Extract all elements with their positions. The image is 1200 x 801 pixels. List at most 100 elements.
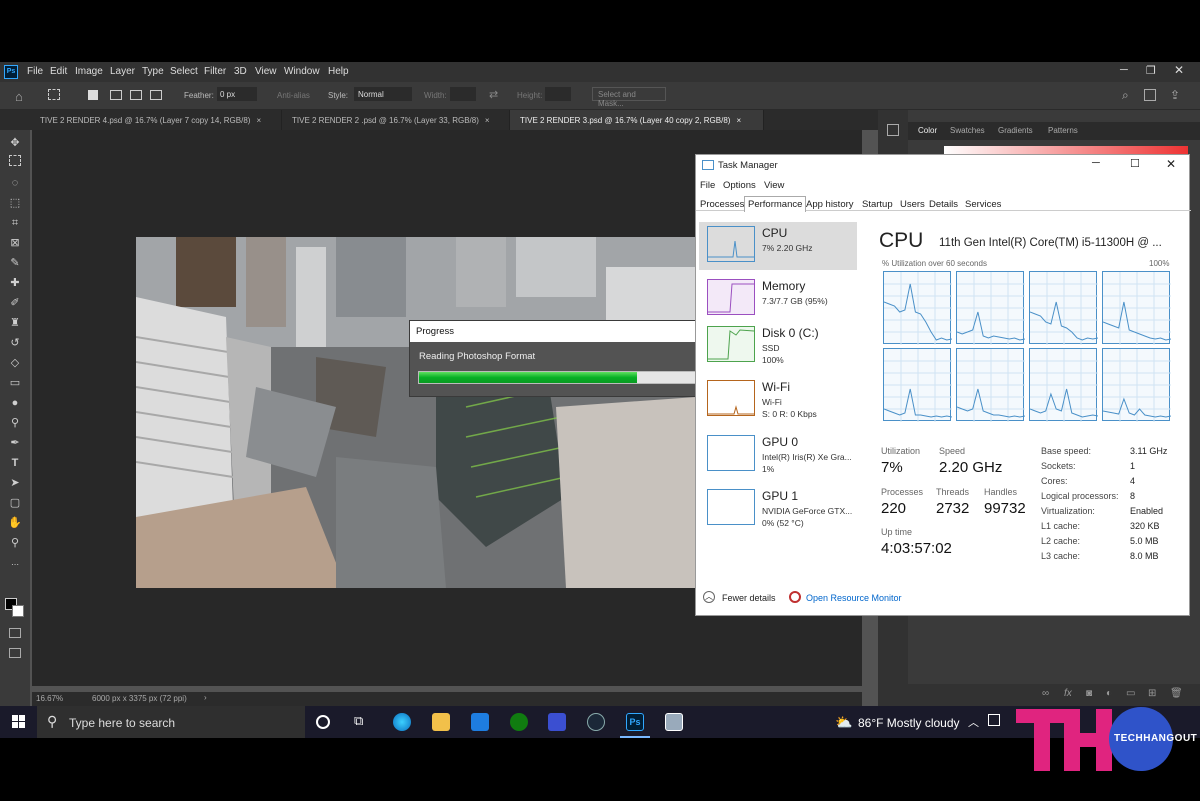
tab-patterns[interactable]: Patterns: [1048, 126, 1078, 135]
tab-performance[interactable]: Performance: [744, 196, 807, 212]
zoom-level[interactable]: 16.67%: [36, 694, 63, 703]
subtract-selection-icon[interactable]: [130, 90, 142, 100]
select-and-mask-button[interactable]: Select and Mask...: [592, 87, 666, 108]
tab-gradients[interactable]: Gradients: [998, 126, 1033, 135]
taskbar-search[interactable]: ⚲ Type here to search: [37, 706, 305, 738]
dodge-tool-icon[interactable]: ⚲: [8, 416, 22, 430]
tray-app-icon[interactable]: [988, 714, 1000, 726]
tab-render-2[interactable]: TIVE 2 RENDER 2 .psd @ 16.7% (Layer 33, …: [282, 110, 510, 130]
adjustment-icon[interactable]: ◐: [1106, 688, 1112, 699]
gradient-tool-icon[interactable]: ▭: [8, 376, 22, 390]
object-select-tool-icon[interactable]: ⬚: [8, 196, 22, 210]
menu-edit[interactable]: Edit: [50, 66, 67, 77]
workspace-icon[interactable]: [1144, 89, 1156, 101]
xbox-icon[interactable]: [510, 713, 528, 731]
fewer-details-link[interactable]: Fewer details: [722, 593, 776, 603]
side-disk[interactable]: Disk 0 (C:) SSD 100%: [699, 322, 857, 370]
history-brush-icon[interactable]: ↺: [8, 336, 22, 350]
file-explorer-icon[interactable]: [432, 713, 450, 731]
new-layer-icon[interactable]: ⊞: [1148, 688, 1156, 699]
windows-start-icon[interactable]: [12, 715, 26, 729]
marquee-tool-icon[interactable]: [48, 89, 60, 100]
add-selection-icon[interactable]: [110, 90, 122, 100]
tab-processes[interactable]: Processes: [700, 199, 744, 210]
tm-menu-view[interactable]: View: [764, 180, 784, 191]
minimize-icon[interactable]: ─: [1120, 64, 1128, 76]
more-tools-icon[interactable]: ⋯: [8, 558, 22, 572]
side-gpu0[interactable]: GPU 0 Intel(R) Iris(R) Xe Gra... 1%: [699, 431, 857, 479]
side-cpu[interactable]: CPU 7% 2.20 GHz: [699, 222, 857, 270]
edge-icon[interactable]: [393, 713, 411, 731]
crop-tool-icon[interactable]: ⌗: [8, 216, 22, 230]
chevron-up-icon[interactable]: ︿: [703, 591, 715, 603]
eyedropper-tool-icon[interactable]: ✎: [8, 256, 22, 270]
group-icon[interactable]: ▭: [1126, 688, 1135, 699]
tm-close-icon[interactable]: ✕: [1166, 157, 1176, 171]
swap-icon[interactable]: ⇄: [489, 88, 498, 101]
tab-details[interactable]: Details: [929, 199, 958, 210]
task-manager-taskbar-icon[interactable]: [665, 713, 683, 731]
close-icon[interactable]: ✕: [1174, 63, 1184, 77]
menu-image[interactable]: Image: [75, 66, 103, 77]
side-memory[interactable]: Memory 7.3/7.7 GB (95%): [699, 275, 857, 323]
history-panel-icon[interactable]: [887, 124, 899, 136]
mask-icon[interactable]: ◙: [1086, 688, 1092, 699]
home-icon[interactable]: ⌂: [15, 89, 23, 104]
resource-monitor-link[interactable]: Open Resource Monitor: [806, 593, 902, 603]
height-input[interactable]: [545, 87, 571, 101]
tab-swatches[interactable]: Swatches: [950, 126, 985, 135]
quick-mask-icon[interactable]: [9, 628, 21, 638]
background-color-swatch[interactable]: [12, 605, 24, 617]
zoom-tool-icon[interactable]: ⚲: [8, 536, 22, 550]
photoshop-taskbar-icon[interactable]: Ps: [626, 713, 644, 731]
menu-filter[interactable]: Filter: [204, 66, 226, 77]
search-icon[interactable]: ⌕: [1122, 88, 1129, 103]
share-icon[interactable]: ⇪: [1170, 88, 1180, 102]
hand-tool-icon[interactable]: ✋: [8, 516, 22, 530]
autodesk-icon[interactable]: [548, 713, 566, 731]
menu-file[interactable]: File: [27, 66, 43, 77]
menu-help[interactable]: Help: [328, 66, 349, 77]
stamp-tool-icon[interactable]: ♜: [8, 316, 22, 330]
style-select[interactable]: Normal: [354, 87, 412, 101]
rect-marquee-tool-icon[interactable]: [9, 155, 21, 166]
menu-layer[interactable]: Layer: [110, 66, 135, 77]
tab-render-3[interactable]: TIVE 2 RENDER 3.psd @ 16.7% (Layer 40 co…: [510, 110, 764, 130]
healing-tool-icon[interactable]: ✚: [8, 276, 22, 290]
menu-type[interactable]: Type: [142, 66, 164, 77]
tab-startup[interactable]: Startup: [862, 199, 893, 210]
menu-3d[interactable]: 3D: [234, 66, 247, 77]
feather-input[interactable]: 0 px: [217, 87, 257, 101]
new-selection-icon[interactable]: [88, 90, 98, 100]
tab-users[interactable]: Users: [900, 199, 925, 210]
tm-minimize-icon[interactable]: ─: [1092, 157, 1100, 169]
path-select-tool-icon[interactable]: ➤: [8, 476, 22, 490]
restore-icon[interactable]: ❐: [1146, 64, 1156, 77]
move-tool-icon[interactable]: ✥: [8, 136, 22, 150]
lasso-tool-icon[interactable]: ◌: [8, 176, 22, 190]
tab-services[interactable]: Services: [965, 199, 1001, 210]
brush-tool-icon[interactable]: ✐: [8, 296, 22, 310]
frame-tool-icon[interactable]: ⊠: [8, 236, 22, 250]
tab-render-4[interactable]: TIVE 2 RENDER 4.psd @ 16.7% (Layer 7 cop…: [0, 110, 282, 130]
weather-icon[interactable]: ⛅: [835, 714, 852, 731]
side-gpu1[interactable]: GPU 1 NVIDIA GeForce GTX... 0% (52 °C): [699, 485, 857, 533]
tab-color[interactable]: Color: [918, 126, 937, 135]
menu-view[interactable]: View: [255, 66, 277, 77]
steam-icon[interactable]: [587, 713, 605, 731]
intersect-selection-icon[interactable]: [150, 90, 162, 100]
task-view-icon[interactable]: ⧉: [354, 713, 372, 731]
weather-text[interactable]: 86°F Mostly cloudy: [858, 716, 960, 730]
screen-mode-icon[interactable]: [9, 648, 21, 658]
side-wifi[interactable]: Wi-Fi Wi-Fi S: 0 R: 0 Kbps: [699, 376, 857, 424]
menu-select[interactable]: Select: [170, 66, 198, 77]
type-tool-icon[interactable]: T: [8, 456, 22, 470]
rectangle-tool-icon[interactable]: ▢: [8, 496, 22, 510]
link-layers-icon[interactable]: ∞: [1042, 688, 1049, 699]
tm-menu-options[interactable]: Options: [723, 180, 756, 191]
mail-icon[interactable]: [471, 713, 489, 731]
pen-tool-icon[interactable]: ✒: [8, 436, 22, 450]
tray-chevron-icon[interactable]: ︿: [968, 714, 979, 730]
tm-menu-file[interactable]: File: [700, 180, 715, 191]
color-spectrum[interactable]: [944, 146, 1188, 154]
